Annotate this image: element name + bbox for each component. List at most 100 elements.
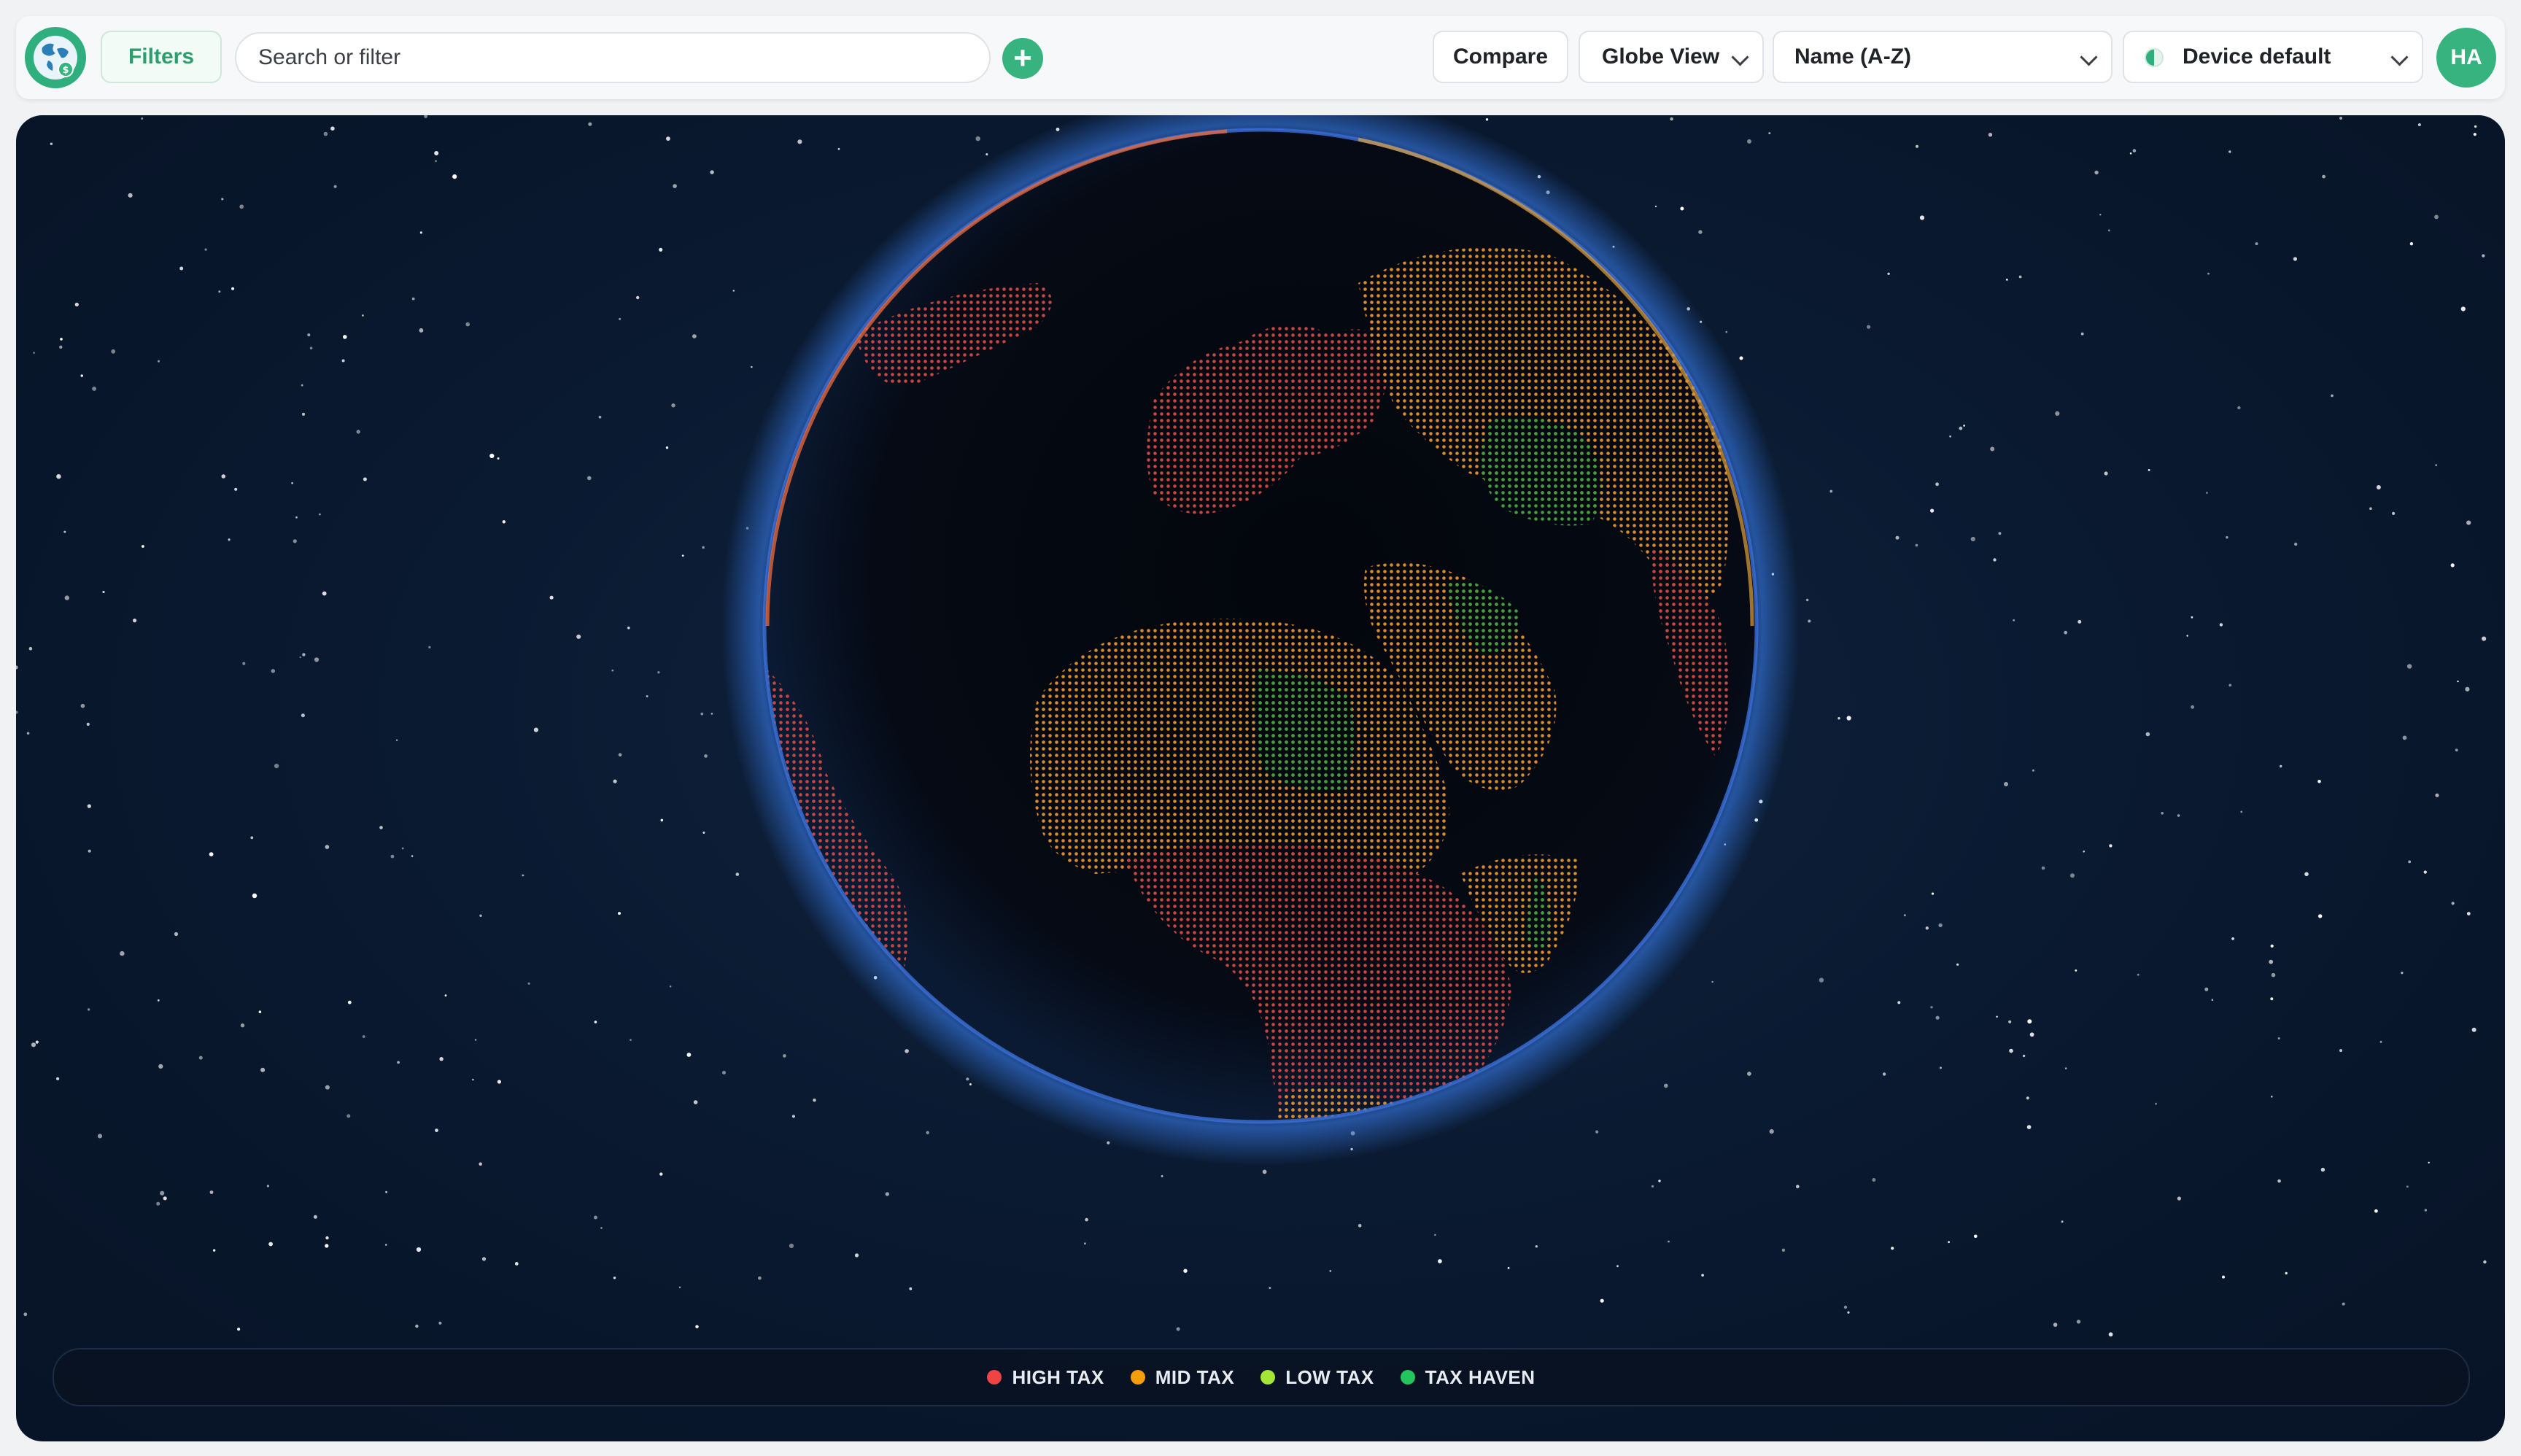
star: [419, 231, 423, 234]
star: [424, 115, 427, 118]
star: [28, 646, 33, 651]
star: [33, 352, 35, 354]
star: [758, 1276, 762, 1280]
star: [630, 1039, 632, 1041]
star: [657, 671, 660, 674]
star: [1930, 1006, 1933, 1009]
star: [31, 1042, 36, 1048]
user-avatar[interactable]: HA: [2436, 28, 2496, 88]
star: [666, 136, 670, 141]
star: [1988, 133, 1993, 137]
add-button[interactable]: +: [1002, 38, 1043, 79]
star: [444, 994, 447, 997]
star: [2320, 1167, 2326, 1172]
star: [2211, 999, 2214, 1001]
star: [274, 764, 279, 769]
star: [343, 335, 347, 339]
star: [301, 412, 306, 416]
star: [385, 1190, 387, 1193]
star: [325, 1236, 329, 1240]
star: [587, 476, 592, 481]
star: [514, 1262, 519, 1266]
star: [1434, 1234, 1436, 1236]
legend-item-high-tax: HIGH TAX: [987, 1366, 1104, 1389]
legend-item-tax-haven: TAX HAVEN: [1400, 1366, 1536, 1389]
star: [854, 1253, 859, 1258]
star: [2108, 1332, 2113, 1337]
star: [1781, 1248, 1786, 1252]
star: [2237, 406, 2241, 410]
star: [1887, 272, 1890, 275]
star: [2005, 279, 2008, 281]
theme-select[interactable]: Device default: [2123, 31, 2423, 83]
star: [435, 160, 437, 163]
star: [120, 950, 125, 956]
star: [204, 248, 207, 251]
star: [330, 126, 335, 131]
star: [576, 634, 581, 639]
search-input[interactable]: [235, 32, 991, 83]
star: [594, 1021, 597, 1023]
star: [2145, 732, 2150, 737]
star: [2406, 1185, 2409, 1188]
star: [333, 185, 337, 188]
star: [1829, 489, 1833, 493]
star: [26, 732, 30, 735]
star: [415, 1324, 419, 1328]
legend-dot: [1130, 1370, 1145, 1385]
star: [969, 1083, 972, 1085]
star: [735, 872, 740, 876]
star: [325, 845, 330, 849]
star: [2392, 511, 2396, 516]
view-select[interactable]: Globe View: [1579, 31, 1764, 83]
app-window: $ Filters + Compare Globe View Name (A-Z…: [0, 0, 2521, 1456]
star: [56, 1077, 60, 1080]
globe-scene[interactable]: [16, 115, 2505, 1441]
svg-text:$: $: [62, 65, 69, 76]
star: [2191, 705, 2195, 709]
star: [2451, 902, 2455, 905]
star: [411, 297, 415, 301]
star: [1698, 230, 1703, 234]
star: [2408, 860, 2412, 864]
star: [1959, 426, 1963, 430]
star: [686, 1053, 692, 1057]
star: [231, 287, 235, 290]
star: [619, 317, 621, 320]
compare-button[interactable]: Compare: [1433, 31, 1568, 83]
star: [2204, 987, 2209, 991]
star: [299, 656, 301, 659]
star: [1668, 1240, 1670, 1243]
star: [665, 446, 669, 449]
star: [379, 826, 383, 829]
star: [2374, 1209, 2378, 1213]
star: [813, 1099, 816, 1102]
filters-button[interactable]: Filters: [101, 31, 222, 83]
star: [260, 1067, 266, 1072]
star: [1161, 1175, 1163, 1177]
star: [1940, 1066, 1942, 1069]
star: [2471, 1027, 2477, 1032]
star: [2423, 870, 2427, 874]
star: [678, 1286, 681, 1289]
star: [702, 832, 705, 834]
star: [2409, 242, 2414, 246]
star: [1664, 1083, 1668, 1088]
star: [2027, 1019, 2032, 1024]
globe-logo-icon[interactable]: $: [25, 27, 86, 88]
star: [611, 669, 614, 672]
star: [1925, 926, 1929, 930]
star: [618, 912, 621, 915]
star: [1846, 716, 1851, 721]
star: [1768, 132, 1771, 135]
star: [240, 1023, 245, 1028]
star: [2376, 485, 2381, 489]
star: [1651, 1185, 1654, 1188]
star: [35, 1040, 39, 1044]
theme-select-label: Device default: [2183, 44, 2331, 69]
star: [2226, 536, 2228, 539]
star: [2271, 1096, 2273, 1098]
star: [309, 346, 313, 350]
star: [128, 193, 133, 198]
sort-select[interactable]: Name (A-Z): [1773, 31, 2113, 83]
